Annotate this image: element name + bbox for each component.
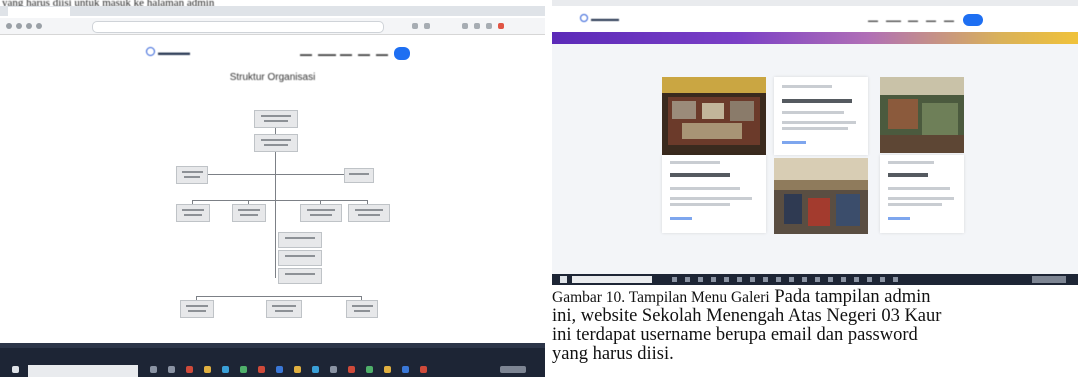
taskbar-app-icon[interactable] (258, 366, 265, 373)
taskbar-app-icon[interactable] (240, 366, 247, 373)
logo-icon (146, 47, 155, 56)
org-box (254, 134, 298, 152)
nav-link[interactable]: ▬▬ (376, 52, 388, 58)
taskbar-app-icon[interactable] (366, 366, 373, 373)
org-box (344, 168, 374, 183)
extension-icon[interactable] (412, 23, 418, 29)
taskbar-app-icon[interactable] (168, 366, 175, 373)
start-icon[interactable] (12, 366, 19, 373)
taskbar-app-icon[interactable] (186, 366, 193, 373)
taskbar-app-icon[interactable] (312, 366, 319, 373)
forward-icon[interactable] (16, 23, 22, 29)
org-box (348, 204, 390, 222)
org-box (278, 250, 322, 266)
nav-link[interactable]: ▬▬ (340, 52, 352, 58)
taskbar-search[interactable] (572, 276, 652, 283)
org-box (180, 300, 214, 318)
back-icon[interactable] (6, 23, 12, 29)
gallery-photo[interactable] (662, 77, 766, 155)
gallery-photo[interactable] (880, 77, 964, 153)
taskbar-app-icon[interactable] (222, 366, 229, 373)
figure-label: Gambar 10. Tampilan Menu Galeri (552, 289, 770, 306)
nav-link[interactable]: ▬▬ (944, 18, 954, 24)
gallery-card[interactable] (774, 77, 868, 155)
reload-icon[interactable] (26, 23, 32, 29)
taskbar-app-icon[interactable] (384, 366, 391, 373)
nav-link[interactable]: ▬▬ (868, 18, 878, 24)
site-logo[interactable]: ▬▬▬▬ (580, 14, 619, 23)
extension-icon[interactable] (486, 23, 492, 29)
profile-icon[interactable] (498, 23, 504, 29)
taskbar-app-icon[interactable] (402, 366, 409, 373)
site-header (552, 6, 1078, 32)
taskbar-app-icon[interactable] (276, 366, 283, 373)
windows-taskbar (552, 274, 1078, 285)
extension-icon[interactable] (474, 23, 480, 29)
caption-line-1: Gambar 10. Tampilan Menu Galeri Pada tam… (552, 288, 1078, 307)
caption-text: Pada tampilan admin (774, 287, 931, 307)
nav-link[interactable]: ▬▬▬ (886, 18, 901, 24)
nav-link[interactable]: ▬▬ (300, 52, 312, 58)
taskbar-app-icon[interactable] (204, 366, 211, 373)
hero-banner (552, 32, 1078, 44)
address-bar[interactable] (92, 21, 384, 33)
gallery-card[interactable] (880, 155, 964, 233)
caption-line-2: ini, website Sekolah Menengah Atas Neger… (552, 306, 942, 326)
taskbar-app-icon[interactable] (348, 366, 355, 373)
nav-link[interactable]: ▬▬▬ (318, 52, 336, 58)
login-button[interactable] (394, 47, 410, 60)
page-title: Struktur Organisasi (229, 72, 316, 83)
caption-line-3: ini terdapat username berupa email dan p… (552, 325, 918, 345)
start-icon[interactable] (560, 276, 567, 283)
org-structure-screenshot: yang harus diisi untuk masuk ke halaman … (0, 0, 545, 377)
taskbar-app-icon[interactable] (330, 366, 337, 373)
org-box (254, 110, 298, 128)
figure-caption: Gambar 10. Tampilan Menu Galeri Pada tam… (552, 288, 1078, 364)
browser-tab[interactable] (8, 7, 70, 16)
system-tray-clock[interactable] (1032, 276, 1066, 283)
taskbar-app-icon[interactable] (150, 366, 157, 373)
org-box (278, 268, 322, 284)
gallery-card[interactable] (662, 155, 766, 233)
browser-tab-strip (0, 6, 545, 16)
login-button[interactable] (963, 14, 983, 26)
taskbar-search[interactable] (28, 365, 138, 377)
org-box (278, 232, 322, 248)
home-icon[interactable] (36, 23, 42, 29)
taskbar-app-icon[interactable] (420, 366, 427, 373)
extension-icon[interactable] (424, 23, 430, 29)
org-box (300, 204, 342, 222)
site-logo[interactable]: ▬▬▬▬ (146, 47, 190, 57)
org-box (176, 166, 208, 184)
nav-link[interactable]: ▬▬ (358, 52, 370, 58)
taskbar-app-icons[interactable] (672, 277, 902, 282)
org-box (232, 204, 266, 222)
logo-icon (580, 14, 588, 22)
nav-link[interactable]: ▬▬ (926, 18, 936, 24)
org-box (176, 204, 210, 222)
extension-icon[interactable] (462, 23, 468, 29)
system-tray-clock[interactable] (500, 366, 526, 373)
gallery-screenshot: ▬▬▬▬ ▬▬ ▬▬▬ ▬▬ ▬▬ ▬▬ (552, 0, 1078, 285)
org-box (266, 300, 302, 318)
taskbar-app-icon[interactable] (294, 366, 301, 373)
gallery-photo[interactable] (774, 158, 868, 234)
caption-line-4: yang harus diisi. (552, 344, 674, 364)
org-box (346, 300, 378, 318)
nav-link[interactable]: ▬▬ (908, 18, 918, 24)
